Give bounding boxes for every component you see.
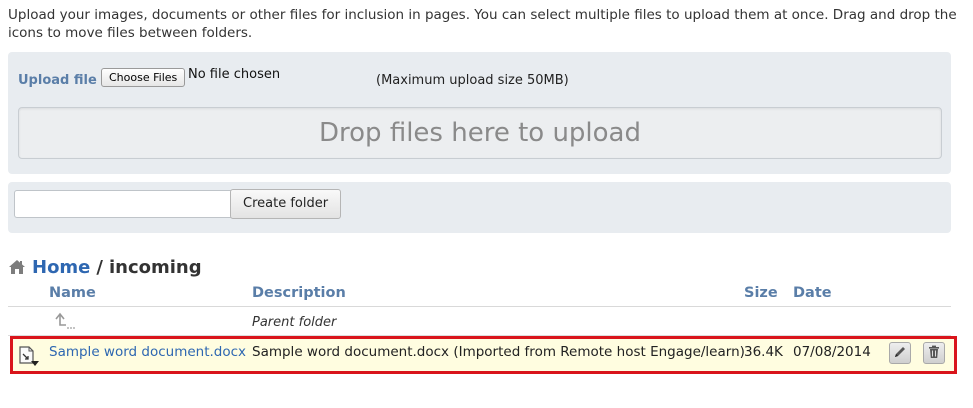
column-header-name[interactable]: Name: [49, 285, 96, 301]
parent-folder-icon[interactable]: [44, 307, 244, 335]
upload-file-label: Upload file: [18, 73, 97, 88]
delete-icon: [927, 344, 941, 363]
home-icon[interactable]: [8, 258, 26, 276]
no-file-chosen-text: No file chosen: [188, 67, 281, 82]
breadcrumb-separator: /: [96, 256, 103, 278]
file-table-header: Name Description Size Date: [8, 282, 951, 307]
delete-button[interactable]: [923, 342, 945, 364]
column-header-date[interactable]: Date: [793, 285, 832, 301]
create-folder-panel: Create folder: [8, 182, 951, 233]
intro-text: Upload your images, documents or other f…: [8, 7, 957, 41]
create-folder-button[interactable]: Create folder: [230, 189, 342, 219]
parent-folder-row[interactable]: Parent folder: [8, 307, 951, 336]
drop-zone[interactable]: Drop files here to upload: [18, 107, 942, 159]
file-size: 36.4K: [744, 344, 783, 360]
column-header-description[interactable]: Description: [252, 285, 346, 301]
parent-folder-label: Parent folder: [252, 315, 337, 330]
choose-files-button[interactable]: Choose Files: [101, 68, 186, 87]
file-description: Sample word document.docx (Imported from…: [252, 344, 745, 360]
file-date: 07/08/2014: [793, 344, 871, 360]
folder-name-input[interactable]: [14, 190, 236, 218]
edit-icon: [893, 344, 907, 363]
table-row[interactable]: Sample word document.docx Sample word do…: [10, 336, 957, 374]
file-name-link[interactable]: Sample word document.docx: [49, 344, 246, 360]
document-icon[interactable]: [18, 345, 40, 367]
breadcrumb-current-folder: incoming: [108, 256, 202, 278]
max-upload-size-text: (Maximum upload size 50MB): [376, 73, 569, 88]
upload-panel: Upload file Choose Files No file chosen …: [8, 52, 951, 174]
edit-button[interactable]: [889, 342, 911, 364]
breadcrumb: Home / incoming: [8, 255, 202, 279]
breadcrumb-home-link[interactable]: Home: [32, 257, 90, 278]
column-header-size[interactable]: Size: [744, 285, 778, 301]
